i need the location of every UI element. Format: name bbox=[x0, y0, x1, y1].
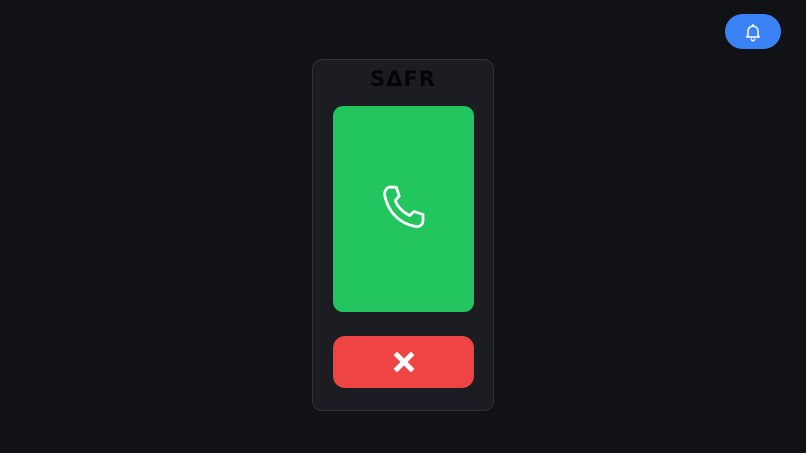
bell-icon bbox=[743, 22, 763, 42]
logo-text: SΔFR bbox=[370, 67, 436, 91]
answer-call-button[interactable] bbox=[333, 106, 474, 312]
app-screen: SΔFR bbox=[0, 0, 806, 453]
close-icon bbox=[391, 349, 417, 375]
brand-logo: SΔFR bbox=[313, 66, 493, 92]
incoming-call-panel: SΔFR bbox=[312, 59, 494, 411]
notifications-button[interactable] bbox=[725, 14, 781, 49]
phone-icon bbox=[374, 179, 434, 239]
decline-call-button[interactable] bbox=[333, 336, 474, 388]
